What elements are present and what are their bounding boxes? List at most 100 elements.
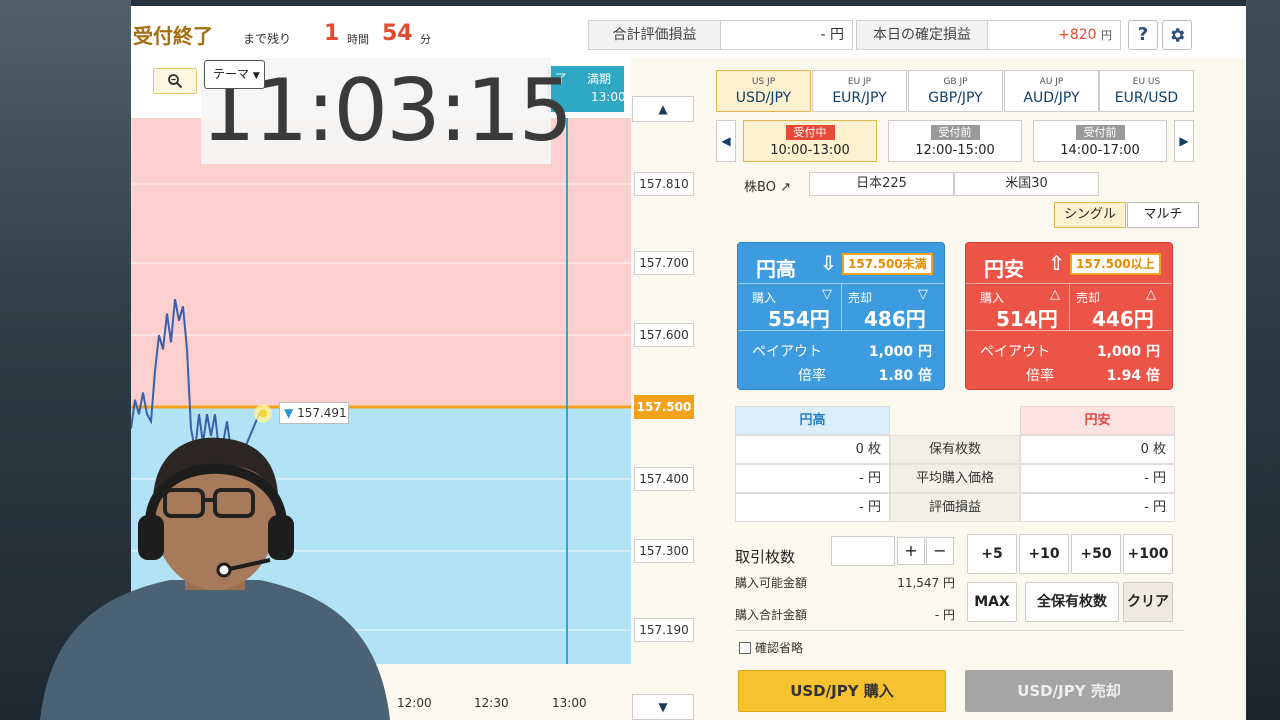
yen-up-card[interactable]: 円高 ⇩ 157.500未満 購入 ▽ 売却 ▽ 554円 486円 ペイアウト… [737,242,945,390]
stock-nikkei-button[interactable]: 日本225 [809,172,954,196]
triangle-up-icon: ▲ [658,102,668,116]
yen-up-condition: 157.500未満 [842,253,933,275]
scroll-up-button[interactable]: ▲ [632,96,694,122]
help-button[interactable]: ? [1128,20,1158,50]
positions-blank [890,406,1020,435]
buy-button[interactable]: USD/JPY 購入 [738,670,946,712]
realized-pl-unit: 円 [1101,29,1112,42]
sell-button[interactable]: USD/JPY 売却 [965,670,1173,712]
stock-bo-link[interactable]: 株BO ↗ [744,176,791,195]
max-button[interactable]: MAX [967,582,1017,622]
payout-value: 1,000 円 [868,344,932,360]
yen-up-title: 円高 [756,257,796,281]
flags-icon: GB JP [943,77,968,87]
qty-plus-button[interactable]: + [897,537,925,565]
held-qty-down: 0 枚 [1020,435,1175,464]
rate-label: 倍率 [1026,368,1054,384]
gear-icon [1171,28,1185,42]
session-badge: 受付前 [930,125,980,140]
triangle-up-outline-icon: △ [1146,287,1156,302]
unrealized-pl-label: 合計評価損益 [588,20,721,50]
caret-right-icon: ▶ [1179,134,1189,148]
session-prev-button[interactable]: ◀ [716,120,736,162]
chevron-down-icon: ▼ [252,71,260,81]
session-10-13[interactable]: 受付中 10:00-13:00 [743,120,877,162]
remaining-hours: 1 [324,21,340,46]
yen-down-condition: 157.500以上 [1070,253,1161,275]
yen-down-card[interactable]: 円安 ⇧ 157.500以上 購入 △ 売却 △ 514円 446円 ペイアウト… [965,242,1173,390]
arrow-down-icon: ⇩ [820,251,837,275]
price-tick-label: 157.500 [634,395,694,419]
qty-minus-button[interactable]: − [926,537,954,565]
triangle-down-icon: ▼ [284,406,294,420]
payout-value: 1,000 円 [1096,344,1160,360]
caret-left-icon: ◀ [721,134,731,148]
stock-us30-button[interactable]: 米国30 [954,172,1099,196]
price-tick-label: 157.190 [634,618,694,642]
session-12-15[interactable]: 受付前 12:00-15:00 [888,120,1022,162]
remaining-label: まで残り [243,32,292,46]
pair-name: AUD/JPY [1023,90,1080,106]
flags-icon: AU JP [1039,77,1064,87]
person-shoulders [40,580,390,720]
available-value: 11,547 円 [897,576,955,590]
remaining-minutes: 54 [382,21,413,46]
price-tick-label: 157.600 [634,323,694,348]
tab-eur-jpy[interactable]: EU JP EUR/JPY [812,70,907,112]
tab-eur-usd[interactable]: EU US EUR/USD [1099,70,1194,112]
yen-up-sell-price: 486円 [864,307,926,331]
skip-confirm-label: 確認省略 [755,641,804,655]
yen-down-sell-price: 446円 [1092,307,1154,331]
stock-bo-label: 株BO [744,180,776,195]
card-separator [1069,283,1070,331]
skip-confirm-checkbox[interactable] [739,642,751,654]
total-label: 購入合計金額 [735,608,808,622]
tab-gbp-jpy[interactable]: GB JP GBP/JPY [908,70,1003,112]
mode-multi-button[interactable]: マルチ [1127,202,1199,228]
flags-icon: EU JP [847,77,872,87]
all-positions-button[interactable]: 全保有枚数 [1025,582,1119,622]
session-selector: ◀ 受付中 10:00-13:00 受付前 12:00-15:00 受付前 14… [716,120,1194,162]
yen-down-buy-price: 514円 [996,307,1058,331]
session-range: 10:00-13:00 [770,143,850,158]
triangle-up-outline-icon: △ [1050,287,1060,302]
held-qty-up: 0 枚 [735,435,890,464]
positions-table: 円高 円安 0 枚 保有枚数 0 枚 - 円 平均購入価格 - 円 - 円 評価… [735,406,1175,522]
settings-button[interactable] [1162,20,1192,50]
time-label: 13:00 [552,696,587,710]
unrealized-pl-value: - 円 [720,20,853,50]
time-label: 12:30 [474,696,509,710]
eval-pl-label: 評価損益 [890,493,1020,522]
mode-single-button[interactable]: シングル [1054,202,1126,228]
background-right [1246,0,1280,720]
tab-usd-jpy[interactable]: US JP USD/JPY [716,70,811,112]
realized-pl-value: +820 円 [987,20,1121,50]
scroll-down-button[interactable]: ▼ [632,694,694,720]
held-qty-label: 保有枚数 [890,435,1020,464]
zoom-button[interactable] [153,68,197,94]
qty-input[interactable] [831,536,895,566]
headset-earcup-right [268,515,294,560]
session-next-button[interactable]: ▶ [1174,120,1194,162]
eval-pl-up: - 円 [735,493,890,522]
tab-aud-jpy[interactable]: AU JP AUD/JPY [1004,70,1099,112]
theme-dropdown[interactable]: テーマ ▼ [204,60,265,89]
positions-down-header: 円安 [1020,406,1175,435]
qty-plus10-button[interactable]: +10 [1019,534,1069,574]
minutes-unit: 分 [420,33,431,46]
triangle-down-outline-icon: ▽ [918,287,928,302]
qty-plus5-button[interactable]: +5 [967,534,1017,574]
qty-plus100-button[interactable]: +100 [1123,534,1173,574]
expiry-label: 満期 [587,72,612,86]
pair-name: EUR/USD [1114,90,1179,106]
session-14-17[interactable]: 受付前 14:00-17:00 [1033,120,1167,162]
session-range: 14:00-17:00 [1060,143,1140,158]
pair-name: EUR/JPY [832,90,887,106]
price-tick-label: 157.300 [634,538,694,563]
headset-earcup-left [138,515,164,560]
price-tick-label: 157.700 [634,251,694,276]
currency-pair-tabs: US JP USD/JPY EU JP EUR/JPY GB JP GBP/JP… [716,70,1194,112]
clear-button[interactable]: クリア [1123,582,1173,622]
qty-plus50-button[interactable]: +50 [1071,534,1121,574]
magnifier-icon [168,74,183,89]
